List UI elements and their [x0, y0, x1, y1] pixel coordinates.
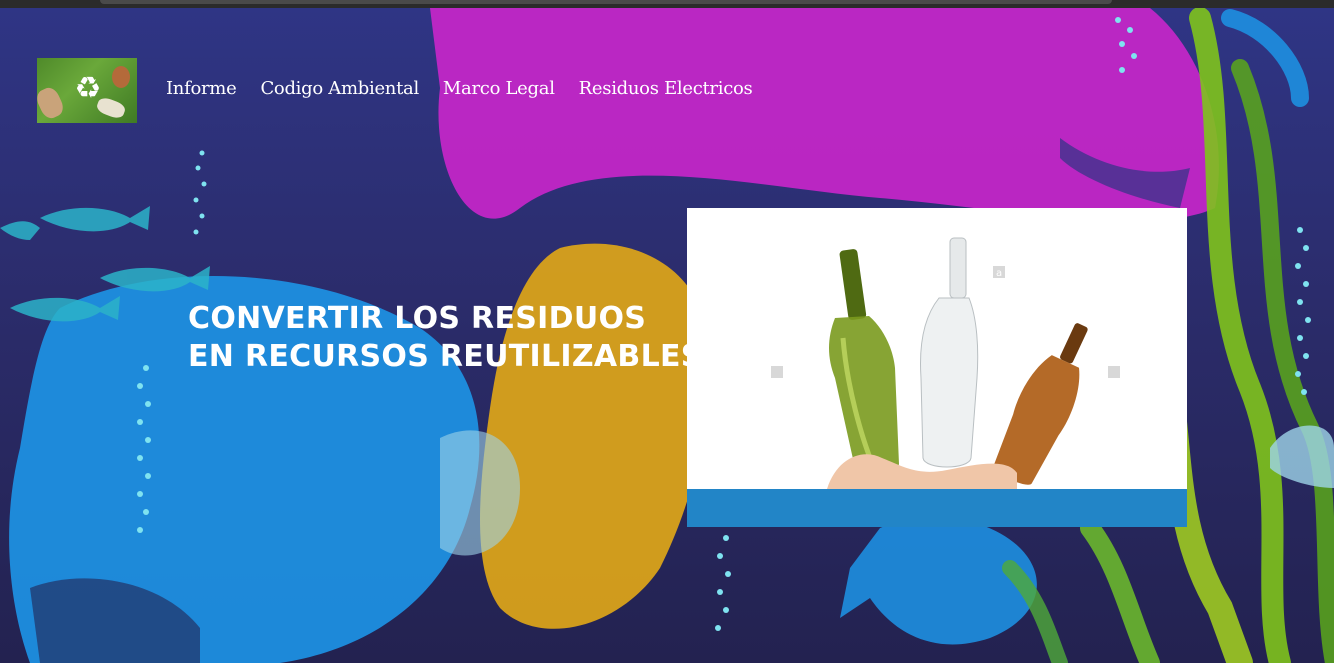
recycle-icon: ♻ [74, 71, 102, 106]
green-bottle [829, 249, 899, 476]
nav-link-codigo-ambiental[interactable]: Codigo Ambiental [260, 77, 419, 101]
magenta-bag-shape [430, 8, 1219, 221]
main-navigation: Informe Codigo Ambiental Marco Legal Res… [166, 77, 753, 101]
hands [827, 454, 1017, 489]
nav-link-residuos-electricos[interactable]: Residuos Electricos [579, 77, 753, 101]
hero-title-line-1: CONVERTIR LOS RESIDUOS [188, 301, 647, 336]
browser-top-bar [0, 0, 1334, 8]
amber-bottle [993, 323, 1088, 485]
card-caption-bar [687, 489, 1187, 527]
clear-bottle [920, 237, 979, 468]
svg-text:a: a [996, 268, 1002, 279]
site-logo[interactable]: ♻ [37, 58, 137, 123]
hero-title-line-2: EN RECURSOS REUTILIZABLES [188, 339, 703, 374]
glass-bottles-image: a [687, 208, 1187, 489]
horizontal-scrollbar[interactable] [100, 0, 1112, 4]
bottles-card: a [687, 208, 1187, 527]
nav-link-informe[interactable]: Informe [166, 77, 237, 101]
hero-title: CONVERTIR LOS RESIDUOS EN RECURSOS REUTI… [188, 300, 703, 376]
nav-link-marco-legal[interactable]: Marco Legal [443, 77, 555, 101]
blue-fish-shape [840, 517, 1037, 645]
